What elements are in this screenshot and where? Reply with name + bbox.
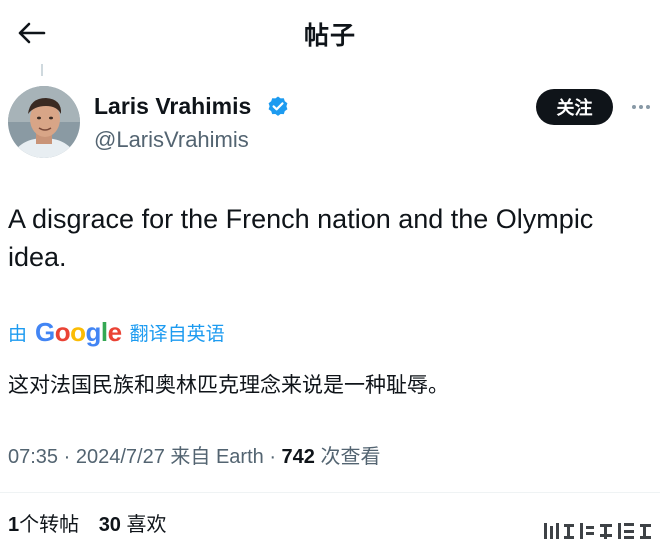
verified-badge-icon xyxy=(268,96,288,116)
engagement-stats: 1个转帖 30 喜欢 xyxy=(8,510,181,539)
watermark-logo xyxy=(544,523,651,539)
google-logo: Google xyxy=(35,316,122,347)
reposts-stat[interactable]: 1个转帖 xyxy=(8,512,80,536)
tweet-meta: 07:35 · 2024/7/27 来自 Earth · 742 次查看 xyxy=(8,442,380,471)
page-title: 帖子 xyxy=(303,21,356,50)
likes-count: 30 xyxy=(98,514,121,536)
reposts-label: 个转帖 xyxy=(19,512,80,536)
meta-separator: · xyxy=(269,446,282,468)
author-display-name[interactable]: Laris Vrahimis xyxy=(94,92,251,120)
follow-button[interactable]: 关注 xyxy=(536,89,613,125)
source-prefix: 来自 xyxy=(170,444,211,468)
translation-source-label: 翻译自英语 xyxy=(129,322,225,345)
tweet-source: Earth xyxy=(215,446,264,468)
author-handle[interactable]: @LarisVrahimis xyxy=(94,126,249,154)
divider xyxy=(0,492,660,493)
more-dot xyxy=(646,105,650,109)
tweet-text: A disgrace for the French nation and the… xyxy=(8,204,594,272)
reposts-count: 1 xyxy=(8,514,20,536)
translation-by-label: 由 xyxy=(8,322,28,345)
views-label: 次查看 xyxy=(320,444,381,468)
tweet-date[interactable]: 2024/7/27 xyxy=(76,446,165,468)
tweet-time[interactable]: 07:35 xyxy=(8,446,58,468)
avatar-image xyxy=(8,86,80,158)
translated-text: 这对法国民族和奥林匹克理念来说是一种耻辱。 xyxy=(8,373,449,397)
likes-label: 喜欢 xyxy=(126,512,167,536)
translation-attribution[interactable]: 由 Google 翻译自英语 xyxy=(8,316,225,348)
likes-stat[interactable]: 30 喜欢 xyxy=(98,512,167,536)
top-bar: 帖子 xyxy=(0,0,660,66)
more-options-button[interactable] xyxy=(626,94,656,120)
avatar[interactable] xyxy=(8,86,80,158)
thread-connector-line xyxy=(41,64,43,76)
views-count: 742 xyxy=(281,446,315,468)
more-dot xyxy=(639,105,643,109)
more-horizontal-icon xyxy=(632,105,636,109)
meta-separator: · xyxy=(63,446,76,468)
